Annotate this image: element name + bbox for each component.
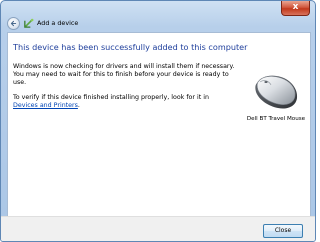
devices-and-printers-link[interactable]: Devices and Printers: [13, 102, 78, 109]
verify-info-text: To verify if this device finished instal…: [13, 94, 243, 110]
add-device-icon: [24, 18, 34, 28]
wizard-header: Add a device: [7, 16, 309, 30]
verify-info-period: .: [77, 102, 80, 109]
add-device-window: x Add a device This device has been succ…: [0, 0, 316, 242]
content-panel: This device has been successfully added …: [7, 32, 311, 217]
driver-info-text: Windows is now checking for drivers and …: [13, 63, 235, 86]
close-button[interactable]: Close: [263, 224, 303, 238]
mouse-icon: [255, 75, 298, 109]
device-tile: Dell BT Travel Mouse: [244, 73, 308, 122]
page-title: This device has been successfully added …: [13, 42, 248, 52]
window-title: Add a device: [37, 19, 79, 27]
verify-info-label: To verify if this device finished instal…: [13, 94, 209, 101]
back-button[interactable]: [7, 16, 20, 30]
close-icon: x: [292, 2, 299, 12]
back-arrow-icon: [10, 20, 17, 26]
window-close-button[interactable]: x: [281, 1, 310, 16]
close-button-label: Close: [274, 227, 292, 234]
device-name-label: Dell BT Travel Mouse: [246, 116, 306, 122]
button-bar: Close: [1, 216, 315, 241]
